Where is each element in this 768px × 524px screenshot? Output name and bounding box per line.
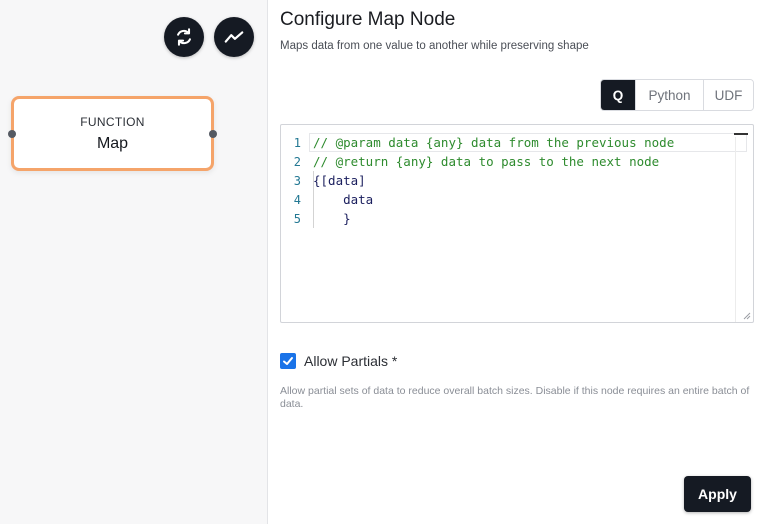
refresh-button[interactable] [164,17,204,57]
allow-partials-option[interactable]: Allow Partials * [280,353,397,369]
line-number: 5 [293,211,301,226]
refresh-icon [177,28,191,46]
language-option-udf[interactable]: UDF [703,80,753,110]
code-line: 3 {[data] [281,171,753,190]
map-function-node[interactable]: FUNCTION Map [8,96,217,171]
node-name: Map [96,134,129,152]
chart-button[interactable] [214,17,254,57]
code-text: {[data] [313,173,366,188]
allow-partials-label: Allow Partials * [304,353,398,369]
editor-scrollbar[interactable] [735,137,736,322]
code-line: 4 data [281,190,753,209]
code-line: 5 } [281,209,753,228]
indent-guide [313,171,314,228]
line-number: 3 [293,173,301,188]
apply-button[interactable]: Apply [684,476,751,512]
node-type-label: FUNCTION [80,114,145,129]
panel-subtitle: Maps data from one value to another whil… [280,40,589,52]
node-output-port[interactable] [209,129,217,138]
panel-title: Configure Map Node [280,9,456,30]
code-text: // @return {any} data to pass to the nex… [313,154,660,169]
code-text: // @param data {any} data from the previ… [313,135,675,150]
node-config-panel: Configure Map Node Maps data from one va… [269,0,768,524]
node-input-port[interactable] [8,129,16,138]
language-option-python[interactable]: Python [635,80,703,110]
code-text: } [313,211,351,226]
overview-ruler-marker [734,133,748,135]
line-chart-icon [224,31,244,43]
language-option-q[interactable]: Q [601,80,635,110]
language-toggle: Q Python UDF [600,79,754,111]
pipeline-canvas[interactable]: FUNCTION Map [0,0,268,524]
code-line: 2 // @return {any} data to pass to the n… [281,152,753,171]
resize-handle-icon[interactable] [743,312,751,320]
allow-partials-helper-text: Allow partial sets of data to reduce ove… [280,385,750,410]
line-number: 2 [293,154,301,169]
allow-partials-checkbox[interactable] [280,353,296,369]
line-number: 4 [293,192,301,207]
check-icon [283,357,293,365]
line-number: 1 [293,135,301,150]
code-text: data [313,192,374,207]
code-editor[interactable]: 1 // @param data {any} data from the pre… [280,124,754,323]
code-line: 1 // @param data {any} data from the pre… [281,133,753,152]
